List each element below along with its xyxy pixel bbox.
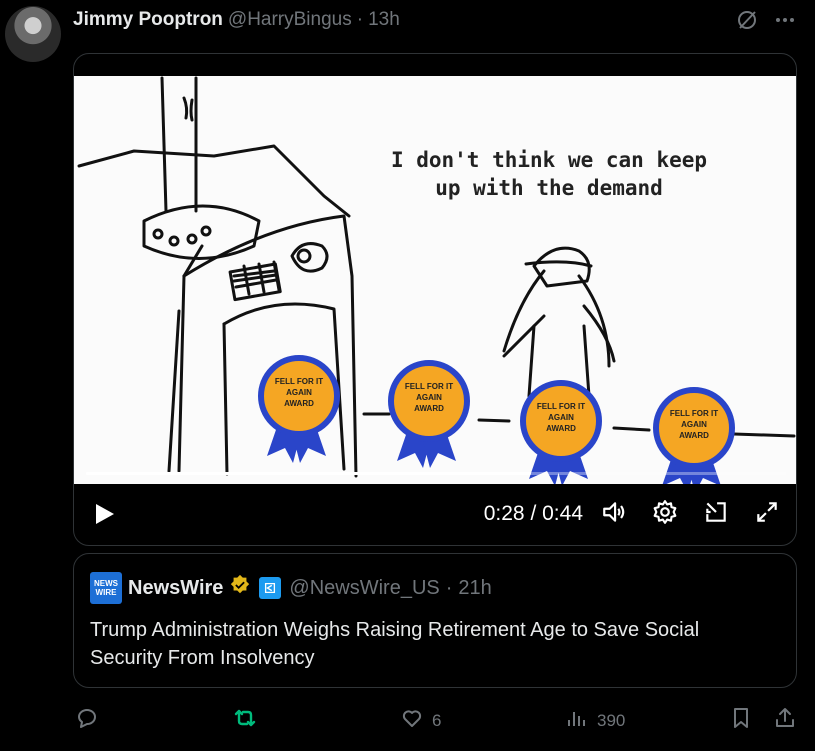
tweet-time[interactable]: 13h (368, 9, 400, 31)
video-player[interactable]: FELL FOR IT AGAIN AWARD FELL FOR IT AGAI… (73, 53, 797, 546)
quoted-author-handle[interactable]: @NewsWire_US (289, 577, 439, 600)
quoted-tweet-header: NEWS WIRE NewsWire @NewsWire_US · 21h (90, 572, 492, 604)
picture-in-picture-icon[interactable] (678, 499, 729, 530)
quoted-author-name[interactable]: NewsWire (128, 577, 223, 600)
share-icon (773, 706, 797, 735)
views-chart-icon (565, 706, 589, 735)
video-drawing: FELL FOR IT AGAIN AWARD FELL FOR IT AGAI… (77, 76, 796, 493)
views-count: 390 (597, 710, 626, 730)
award-badge: FELL FOR IT AGAIN AWARD (258, 355, 340, 463)
separator-dot: · (356, 9, 364, 30)
award-text-line3: AWARD (284, 399, 314, 408)
award-badge: FELL FOR IT AGAIN AWARD (520, 380, 602, 486)
fullscreen-icon[interactable] (729, 499, 780, 530)
like-button[interactable]: 6 (400, 706, 441, 735)
quoted-tweet-text: Trump Administration Weighs Raising Reti… (90, 619, 700, 669)
newswire-logo[interactable]: NEWS WIRE (90, 572, 122, 604)
more-options-icon[interactable] (773, 8, 797, 37)
like-count: 6 (432, 710, 442, 730)
play-icon[interactable] (92, 502, 116, 526)
award-text-line2: AGAIN (286, 388, 312, 397)
award-text-line3: AWARD (414, 404, 444, 413)
views-button[interactable]: 390 (565, 706, 625, 735)
logo-line-2: WIRE (95, 588, 117, 597)
share-button[interactable] (773, 706, 797, 735)
volume-icon[interactable] (601, 499, 627, 530)
award-badge: FELL FOR IT AGAIN AWARD (653, 387, 735, 493)
heart-icon (400, 706, 424, 735)
award-text-line2: AGAIN (548, 413, 574, 422)
tweet-top-actions (735, 8, 797, 37)
video-caption: I don't think we can keep up with the de… (384, 146, 714, 202)
award-text-line3: AWARD (679, 431, 709, 440)
video-frame[interactable]: FELL FOR IT AGAIN AWARD FELL FOR IT AGAI… (74, 76, 796, 493)
award-badge: FELL FOR IT AGAIN AWARD (388, 360, 470, 468)
author-avatar[interactable] (5, 6, 61, 62)
author-name[interactable]: Jimmy Pooptron (73, 9, 223, 31)
award-text-line1: FELL FOR IT (537, 402, 585, 411)
current-time: 0:28 (483, 502, 525, 525)
tweet-header: Jimmy Pooptron @HarryBingus · 13h (73, 8, 400, 32)
video-progress-fill (86, 472, 532, 475)
logo-line-1: NEWS (94, 579, 118, 588)
award-text-line1: FELL FOR IT (275, 377, 323, 386)
video-progress-bar[interactable] (86, 472, 786, 475)
tweet-actions: 6 390 (73, 706, 803, 736)
duration: 0:44 (542, 502, 583, 525)
reply-icon (75, 706, 99, 735)
video-time: 0:28 / 0:44 (484, 502, 583, 526)
author-handle[interactable]: @HarryBingus (228, 9, 352, 31)
award-text-line3: AWARD (546, 424, 576, 433)
verified-gold-badge-icon (229, 574, 251, 602)
retweet-button[interactable] (233, 706, 257, 735)
award-text-line2: AGAIN (416, 393, 442, 402)
quoted-tweet[interactable]: NEWS WIRE NewsWire @NewsWire_US · 21h Tr… (73, 553, 797, 688)
quoted-tweet-time[interactable]: 21h (458, 577, 491, 600)
time-separator: / (530, 502, 537, 525)
separator-dot: · (445, 576, 453, 599)
bookmark-button[interactable] (729, 706, 753, 735)
grok-icon[interactable] (735, 8, 759, 37)
video-controls: 0:28 / 0:44 (74, 483, 796, 545)
award-text-line1: FELL FOR IT (670, 409, 718, 418)
settings-gear-icon[interactable] (627, 499, 678, 530)
award-text-line2: AGAIN (681, 420, 707, 429)
caption-line-1: I don't think we can keep (390, 148, 708, 172)
retweet-icon (233, 706, 257, 735)
affiliate-badge-icon (259, 577, 282, 599)
reply-button[interactable] (75, 706, 99, 735)
caption-line-2: up with the demand (435, 176, 663, 200)
award-text-line1: FELL FOR IT (405, 382, 453, 391)
bookmark-icon (729, 706, 753, 735)
